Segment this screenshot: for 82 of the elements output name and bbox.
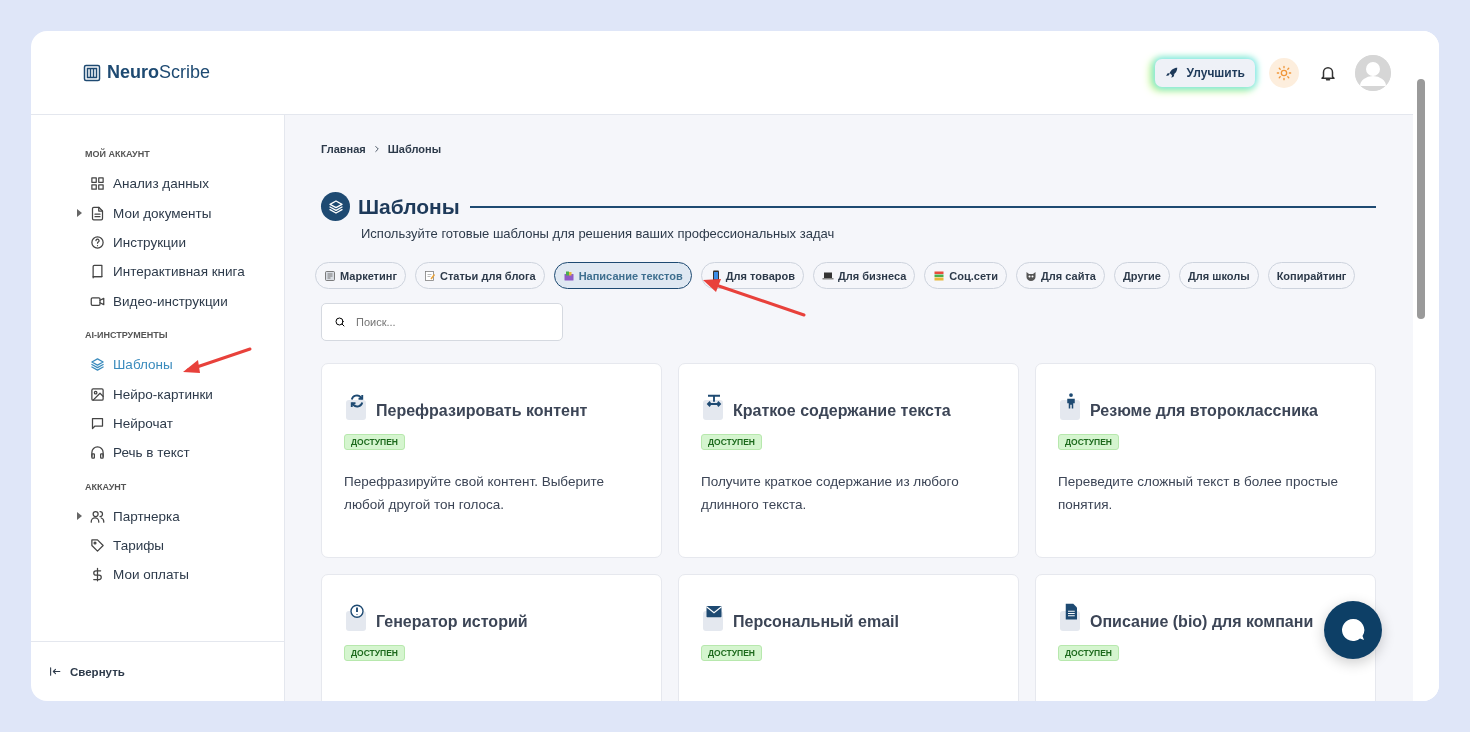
sidebar-item[interactable]: Шаблоны (77, 349, 284, 380)
category-tab[interactable]: Статьи для блога (415, 262, 545, 289)
category-tab[interactable]: Для школы (1178, 262, 1259, 289)
book-icon (90, 264, 105, 280)
caret-icon (77, 512, 82, 521)
status-badge: ДОСТУПЕН (1058, 645, 1119, 661)
avatar-icon[interactable] (1355, 54, 1391, 91)
category-tab[interactable]: Другие (1113, 262, 1170, 289)
card-title: Краткое содержание текста (733, 402, 951, 420)
headphones-icon (90, 445, 105, 461)
category-tab[interactable]: Маркетинг (315, 262, 406, 289)
books-icon (933, 269, 946, 282)
status-badge: ДОСТУПЕН (701, 434, 762, 450)
bag-icon (562, 269, 575, 282)
template-card[interactable]: Персональный email ДОСТУПЕН (678, 574, 1019, 701)
caret-icon (77, 209, 82, 218)
category-tab[interactable]: Для сайта (1016, 262, 1105, 289)
cat-icon (1025, 269, 1038, 282)
template-card[interactable]: Описание (bio) для компани ДОСТУПЕН (1035, 574, 1376, 701)
card-title: Перефразировать контент (376, 402, 588, 420)
notebook-icon (324, 269, 336, 282)
rocket-icon (1164, 65, 1179, 80)
logo-icon (83, 63, 101, 82)
upgrade-button[interactable]: Улучшить (1154, 58, 1255, 87)
doc-icon (90, 205, 105, 221)
status-badge: ДОСТУПЕН (344, 434, 405, 450)
card-title: Резюме для второклассника (1090, 402, 1318, 420)
section-heading: МОЙ АККАУНТ (85, 149, 151, 159)
chat-icon (90, 415, 105, 431)
breadcrumb-link[interactable]: Главная (321, 143, 366, 155)
category-tab[interactable]: Написание текстов (553, 262, 692, 289)
status-badge: ДОСТУПЕН (701, 645, 762, 661)
category-tab[interactable]: Копирайтинг (1267, 262, 1356, 289)
users-icon (90, 508, 105, 524)
chat-bubble-icon (1340, 617, 1366, 643)
image-icon (90, 386, 105, 402)
sun-icon (1276, 64, 1292, 81)
page-title: Шаблоны (358, 194, 460, 219)
card-description: Перефразируйте свой контент. Выберите любой другой тон голоса. (344, 473, 606, 514)
category-tab[interactable]: Для товаров (700, 262, 804, 289)
collapse-icon (49, 665, 62, 678)
template-card[interactable]: Резюме для второклассника ДОСТУПЕН Переведите сложный текст в более простые понятия. (1035, 363, 1376, 558)
dollar-icon (90, 567, 105, 583)
page-subtitle: Используйте готовые шаблоны для решения ваших профессиональных задач (361, 226, 836, 241)
theme-toggle-button[interactable] (1269, 57, 1299, 88)
category-tab[interactable]: Для бизнеса (813, 262, 916, 289)
sidebar-item[interactable]: Инструкции (77, 227, 284, 258)
card-title: Персональный email (733, 613, 899, 631)
template-card[interactable]: Генератор историй ДОСТУПЕН (321, 574, 662, 701)
search-icon (334, 316, 346, 328)
card-title: Генератор историй (376, 613, 528, 631)
sidebar-item[interactable]: Мои оплаты (77, 560, 284, 590)
card-title: Описание (bio) для компани (1090, 613, 1314, 631)
collapse-button[interactable]: Свернуть (31, 641, 284, 701)
status-badge: ДОСТУПЕН (1058, 434, 1119, 450)
breadcrumb-current: Шаблоны (387, 143, 442, 155)
sidebar-item[interactable]: Нейро-картинки (77, 379, 284, 409)
sidebar-item[interactable]: Видео-инструкции (77, 286, 284, 316)
template-card[interactable]: Краткое содержание текста ДОСТУПЕН Получите краткое содержание из любого длинного текста. (678, 363, 1019, 558)
sidebar-item[interactable]: Интерактивная книга (77, 257, 284, 287)
layers-icon (90, 357, 105, 373)
card-description: Переведите сложный текст в более простые понятия. (1058, 473, 1340, 514)
sidebar-item[interactable]: Мои документы (77, 198, 284, 228)
category-tab[interactable]: Соц.сети (924, 262, 1008, 289)
sidebar-item[interactable]: Речь в текст (77, 438, 284, 468)
grid-icon (90, 176, 105, 192)
section-heading: АККАУНТ (85, 481, 128, 492)
search-field[interactable]: Поиск... (321, 303, 563, 341)
sidebar-item[interactable]: Нейрочат (77, 408, 284, 439)
sidebar-item[interactable]: Анализ данных (77, 169, 284, 199)
layers-icon (321, 192, 350, 221)
section-heading: AI-ИНСТРУМЕНТЫ (85, 329, 169, 340)
memo-icon (424, 269, 436, 282)
status-badge: ДОСТУПЕН (344, 645, 405, 661)
annotation-arrow (183, 347, 252, 373)
sidebar-item[interactable]: Партнерка (77, 501, 284, 531)
tag-icon (90, 538, 105, 554)
sidebar-item[interactable]: Тарифы (77, 530, 284, 561)
card-description: Получите краткое содержание из любого длинного текста. (701, 473, 960, 514)
brand-name: NeuroScribe (107, 62, 211, 83)
template-card[interactable]: Перефразировать контент ДОСТУПЕН Перефразируйте свой контент. Выберите любой другой тон голоса. (321, 363, 662, 558)
help-icon (90, 234, 105, 250)
